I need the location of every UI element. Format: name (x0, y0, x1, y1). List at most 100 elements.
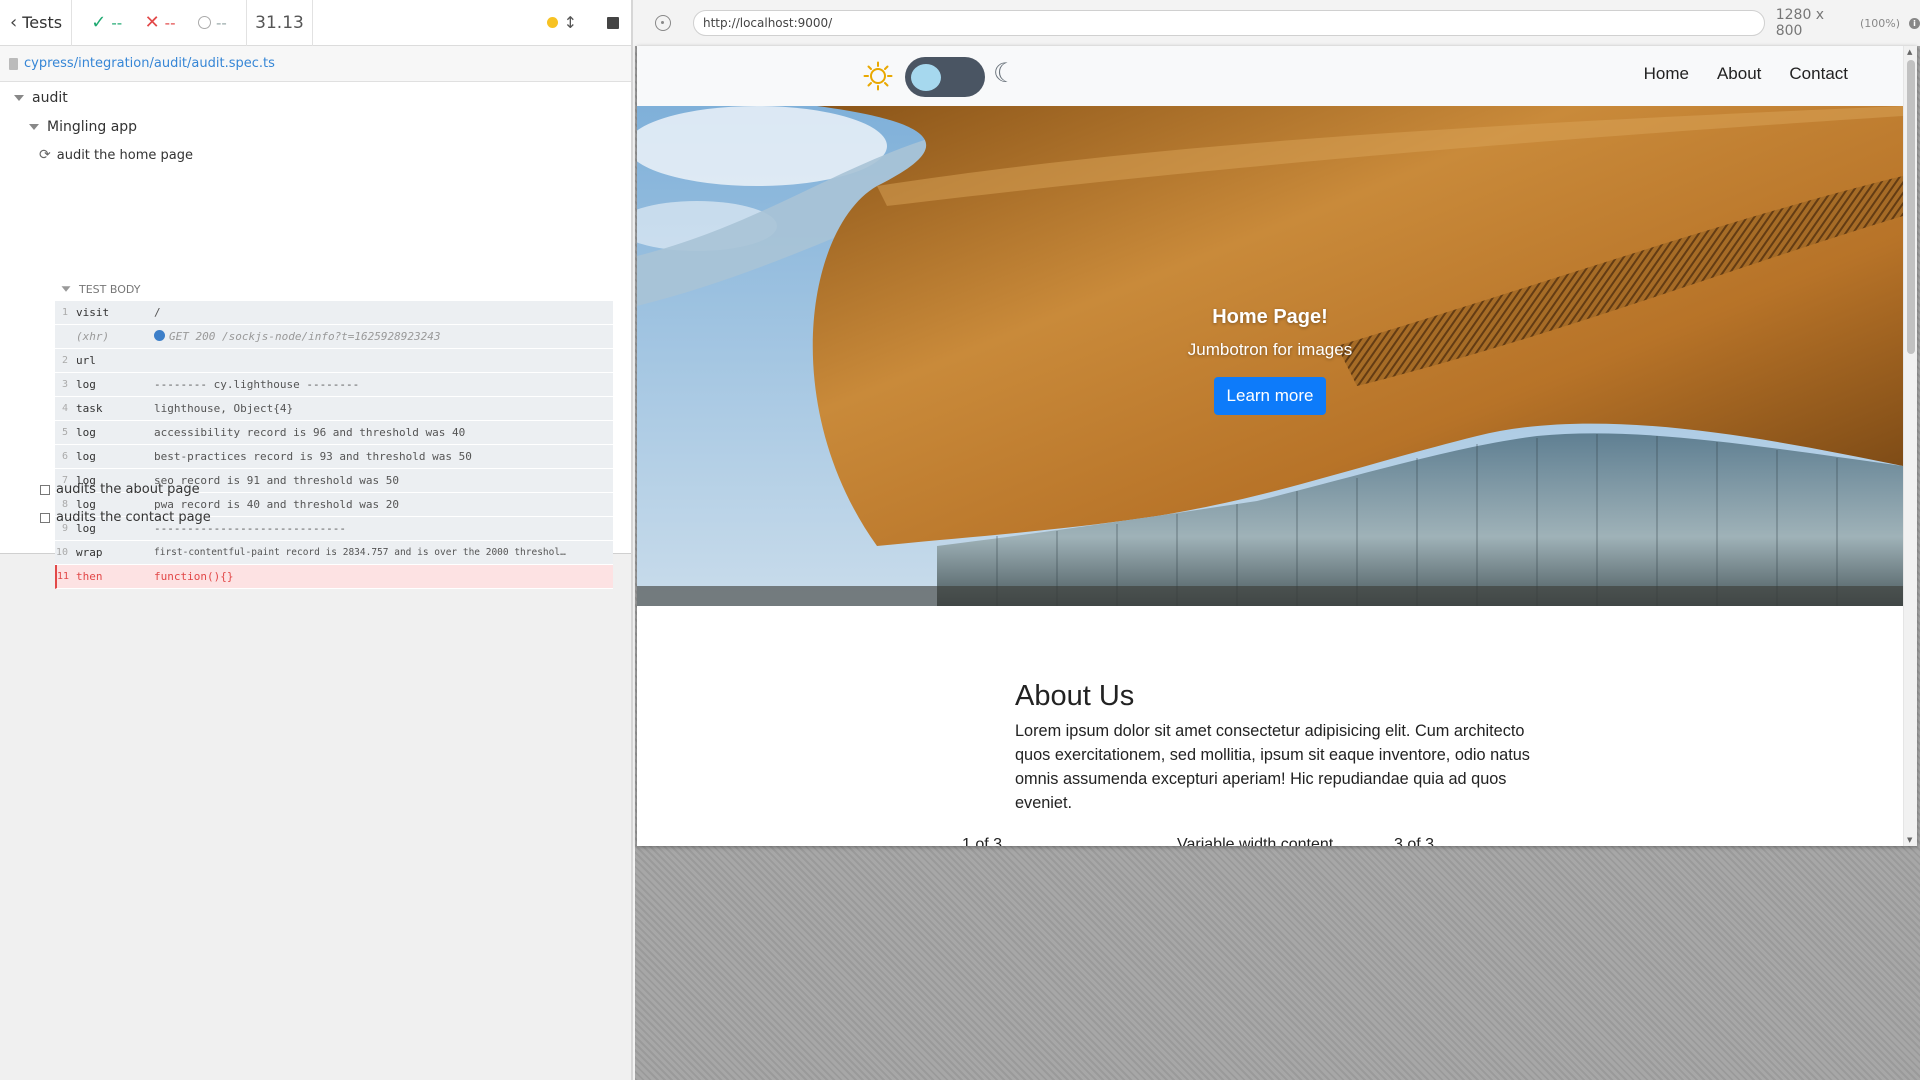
command-message: function(){} (154, 570, 234, 583)
sun-icon (863, 61, 893, 91)
command-message: ----------------------------- (154, 522, 347, 535)
column-1: 1 of 3 (962, 836, 1003, 846)
command-number: 8 (61, 499, 68, 510)
command-message: / (154, 306, 161, 319)
command-row[interactable]: 11 then function(){} (55, 565, 613, 589)
xhr-status-icon (154, 330, 165, 341)
command-row[interactable]: 3 log -------- cy.lighthouse -------- (55, 373, 613, 397)
command-message: pwa record is 40 and threshold was 20 (154, 498, 400, 511)
test-contact-page[interactable]: audits the contact page (40, 510, 211, 525)
command-number: 2 (61, 355, 68, 366)
command-name: wrap (76, 546, 103, 559)
hero-jumbotron: Home Page! Jumbotron for images Learn mo… (637, 106, 1903, 606)
running-indicator-icon (546, 17, 558, 28)
check-icon: ✓ (91, 12, 107, 33)
test-body-header[interactable]: TEST BODY (55, 277, 613, 301)
reporter-panel: ‹ Tests ✓ -- ✕ -- -- 31.13 ↕ cypress/int… (0, 0, 633, 1080)
up-down-arrow-icon[interactable]: ↕ (564, 13, 577, 32)
aut-container: ☾ Home About Contact Home Page! Jumbotro… (635, 46, 1920, 1080)
command-row[interactable]: 5 log accessibility record is 96 and thres… (55, 421, 613, 445)
runnables-list: audit Mingling app ⟳ audit the home page… (0, 82, 631, 589)
duration: 31.13 (247, 0, 313, 46)
nav-link-home[interactable]: Home (1644, 64, 1689, 84)
spec-path-link[interactable]: cypress/integration/audit/audit.spec.ts (24, 56, 275, 71)
command-message: GET 200 /sockjs-node/info?t=162592892324… (154, 330, 613, 343)
command-log: TEST BODY 1 visit / (xhr) GET 200 /sockjs-no… (55, 277, 613, 589)
command-name: url (76, 354, 96, 367)
suite-title: Mingling app (47, 119, 138, 135)
reporter-header: ‹ Tests ✓ -- ✕ -- -- 31.13 ↕ (0, 0, 631, 46)
url-bar[interactable]: http://localhost:9000/ (692, 10, 1765, 36)
moon-icon: ☾ (993, 58, 1018, 89)
url-text: http://localhost:9000/ (702, 16, 833, 30)
stop-icon[interactable] (607, 16, 619, 29)
nav-links: Home About Contact (1644, 64, 1848, 84)
command-message: accessibility record is 96 and threshold… (154, 426, 466, 439)
about-section: About Us Lorem ipsum dolor sit amet cons… (1015, 680, 1545, 815)
test-running[interactable]: ⟳ audit the home page (39, 147, 193, 163)
learn-more-button[interactable]: Learn more (1213, 377, 1327, 415)
crosshair-icon[interactable] (655, 15, 671, 31)
command-name: visit (76, 306, 110, 319)
aut-header: http://localhost:9000/ 1280 x 800 (100%)… (635, 0, 1920, 46)
stats: ✓ -- ✕ -- -- (72, 0, 247, 46)
theme-toggle[interactable] (905, 57, 985, 97)
column-2: Variable width content (1177, 836, 1334, 846)
tests-button[interactable]: ‹ Tests (0, 0, 72, 46)
command-number: 10 (55, 547, 68, 558)
failed-count: -- (164, 13, 176, 32)
scroll-down-icon[interactable]: ▼ (1907, 836, 1912, 844)
checkbox-icon (40, 484, 50, 495)
refresh-icon: ⟳ (39, 147, 51, 163)
test-about-page[interactable]: audits the about page (40, 482, 200, 497)
app-scrollbar[interactable]: ▲ ▼ (1903, 46, 1917, 846)
command-number: 6 (61, 451, 68, 462)
app-navbar: ☾ Home About Contact (637, 46, 1917, 106)
command-row[interactable]: 1 visit / (55, 301, 613, 325)
about-title: About Us (1015, 680, 1135, 712)
command-name: (xhr) (76, 330, 110, 343)
test-title: audit the home page (56, 147, 193, 163)
x-icon: ✕ (144, 12, 160, 33)
command-name: then (76, 570, 103, 583)
circle-icon (197, 16, 211, 29)
passed-stat[interactable]: ✓ -- (91, 12, 122, 33)
pending-stat[interactable]: -- (197, 14, 227, 32)
nav-link-contact[interactable]: Contact (1789, 64, 1848, 84)
scrollbar-thumb[interactable] (1907, 60, 1915, 354)
info-icon[interactable]: i (1909, 17, 1920, 29)
command-row[interactable]: 4 task lighthouse, Object{4} (55, 397, 613, 421)
scroll-up-icon[interactable]: ▲ (1907, 48, 1912, 56)
checkbox-icon (40, 512, 50, 523)
command-number: 3 (61, 379, 68, 390)
hero-subtitle: Jumbotron for images (1187, 340, 1353, 359)
command-row[interactable]: 6 log best-practices record is 93 and thre… (55, 445, 613, 469)
command-row[interactable]: 2 url (55, 349, 613, 373)
app-frame: ☾ Home About Contact Home Page! Jumbotro… (637, 46, 1917, 846)
command-name: task (76, 402, 103, 415)
about-text: Lorem ipsum dolor sit amet consectetur a… (1015, 722, 1530, 812)
passed-count: -- (111, 13, 123, 32)
test-title: audits the contact page (56, 510, 211, 525)
failed-stat[interactable]: ✕ -- (145, 12, 176, 33)
command-row[interactable]: 10 wrap first-contentful-paint record is 2… (55, 541, 613, 565)
suite-mingling-app[interactable]: Mingling app (29, 119, 137, 135)
caret-down-icon (61, 286, 71, 292)
command-number: 1 (61, 307, 68, 318)
command-message: -------- cy.lighthouse -------- (154, 378, 360, 391)
command-number: 5 (61, 427, 68, 438)
command-number: 4 (61, 403, 68, 414)
suite-audit[interactable]: audit (14, 90, 68, 106)
hero-title: Home Page! (1212, 306, 1328, 328)
command-message: best-practices record is 93 and threshol… (154, 450, 472, 463)
command-row[interactable]: (xhr) GET 200 /sockjs-node/info?t=1625928… (55, 325, 613, 349)
command-name: log (76, 378, 96, 391)
command-name: log (76, 450, 96, 463)
caret-down-icon (14, 95, 24, 101)
nav-link-about[interactable]: About (1717, 64, 1761, 84)
command-number: 11 (57, 571, 70, 582)
header-controls: ↕ (313, 13, 631, 32)
toggle-knob (911, 64, 941, 91)
test-title: audits the about page (56, 482, 200, 497)
command-message: lighthouse, Object{4} (154, 402, 294, 415)
